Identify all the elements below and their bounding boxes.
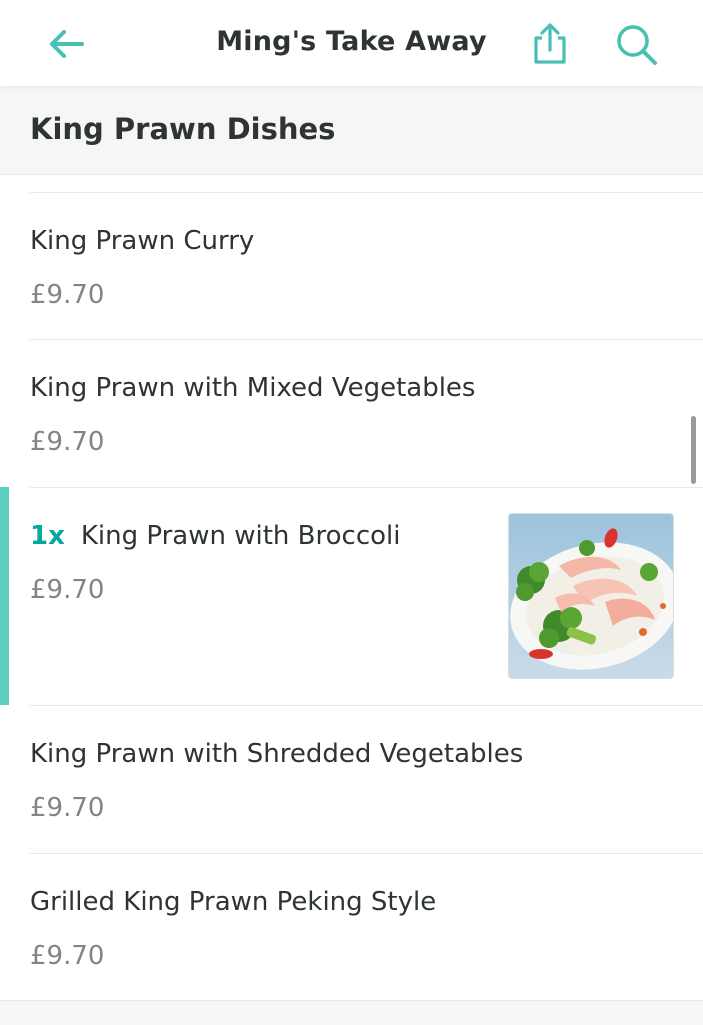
menu-item-price: £9.70 <box>30 941 105 971</box>
menu-item-selected[interactable]: 1x King Prawn with Broccoli £9.70 <box>0 487 703 705</box>
selected-indicator-bar <box>0 487 9 705</box>
divider <box>30 705 703 706</box>
menu-item[interactable]: King Prawn with Shredded Vegetables £9.7… <box>0 705 703 853</box>
menu-item-name: King Prawn with Broccoli <box>80 521 401 551</box>
share-icon <box>534 23 566 64</box>
menu-item-name-row: 1x King Prawn with Broccoli <box>30 521 400 551</box>
divider <box>30 192 703 193</box>
category-header: King Prawn Dishes <box>0 86 703 175</box>
restaurant-title: Ming's Take Away <box>216 26 487 57</box>
next-section-edge <box>0 1000 703 1025</box>
dish-photo <box>508 513 674 679</box>
menu-item-price: £9.70 <box>30 280 105 310</box>
top-app-bar: Ming's Take Away <box>0 0 703 86</box>
menu-item[interactable]: King Prawn Curry £9.70 <box>0 192 703 339</box>
menu-item-price: £9.70 <box>30 575 105 605</box>
divider <box>30 853 703 854</box>
menu-item-name: King Prawn Curry <box>30 226 255 256</box>
basket-quantity-badge: 1x <box>30 521 65 551</box>
menu-item-price: £9.70 <box>30 427 105 457</box>
menu-item-name: Grilled King Prawn Peking Style <box>30 887 437 917</box>
menu-item-price: £9.70 <box>30 793 105 823</box>
menu-item[interactable]: Grilled King Prawn Peking Style £9.70 <box>0 853 703 1000</box>
share-button[interactable] <box>528 22 572 66</box>
search-button[interactable] <box>614 22 660 68</box>
menu-item[interactable]: King Prawn with Mixed Vegetables £9.70 <box>0 339 703 487</box>
king-prawn-broccoli-photo <box>509 514 673 678</box>
divider <box>30 487 703 488</box>
scrollbar-thumb[interactable] <box>691 416 696 484</box>
search-icon <box>617 25 657 65</box>
category-title: King Prawn Dishes <box>30 112 336 146</box>
menu-item-name: King Prawn with Mixed Vegetables <box>30 373 476 403</box>
divider <box>30 339 703 340</box>
menu-item-name: King Prawn with Shredded Vegetables <box>30 739 524 769</box>
